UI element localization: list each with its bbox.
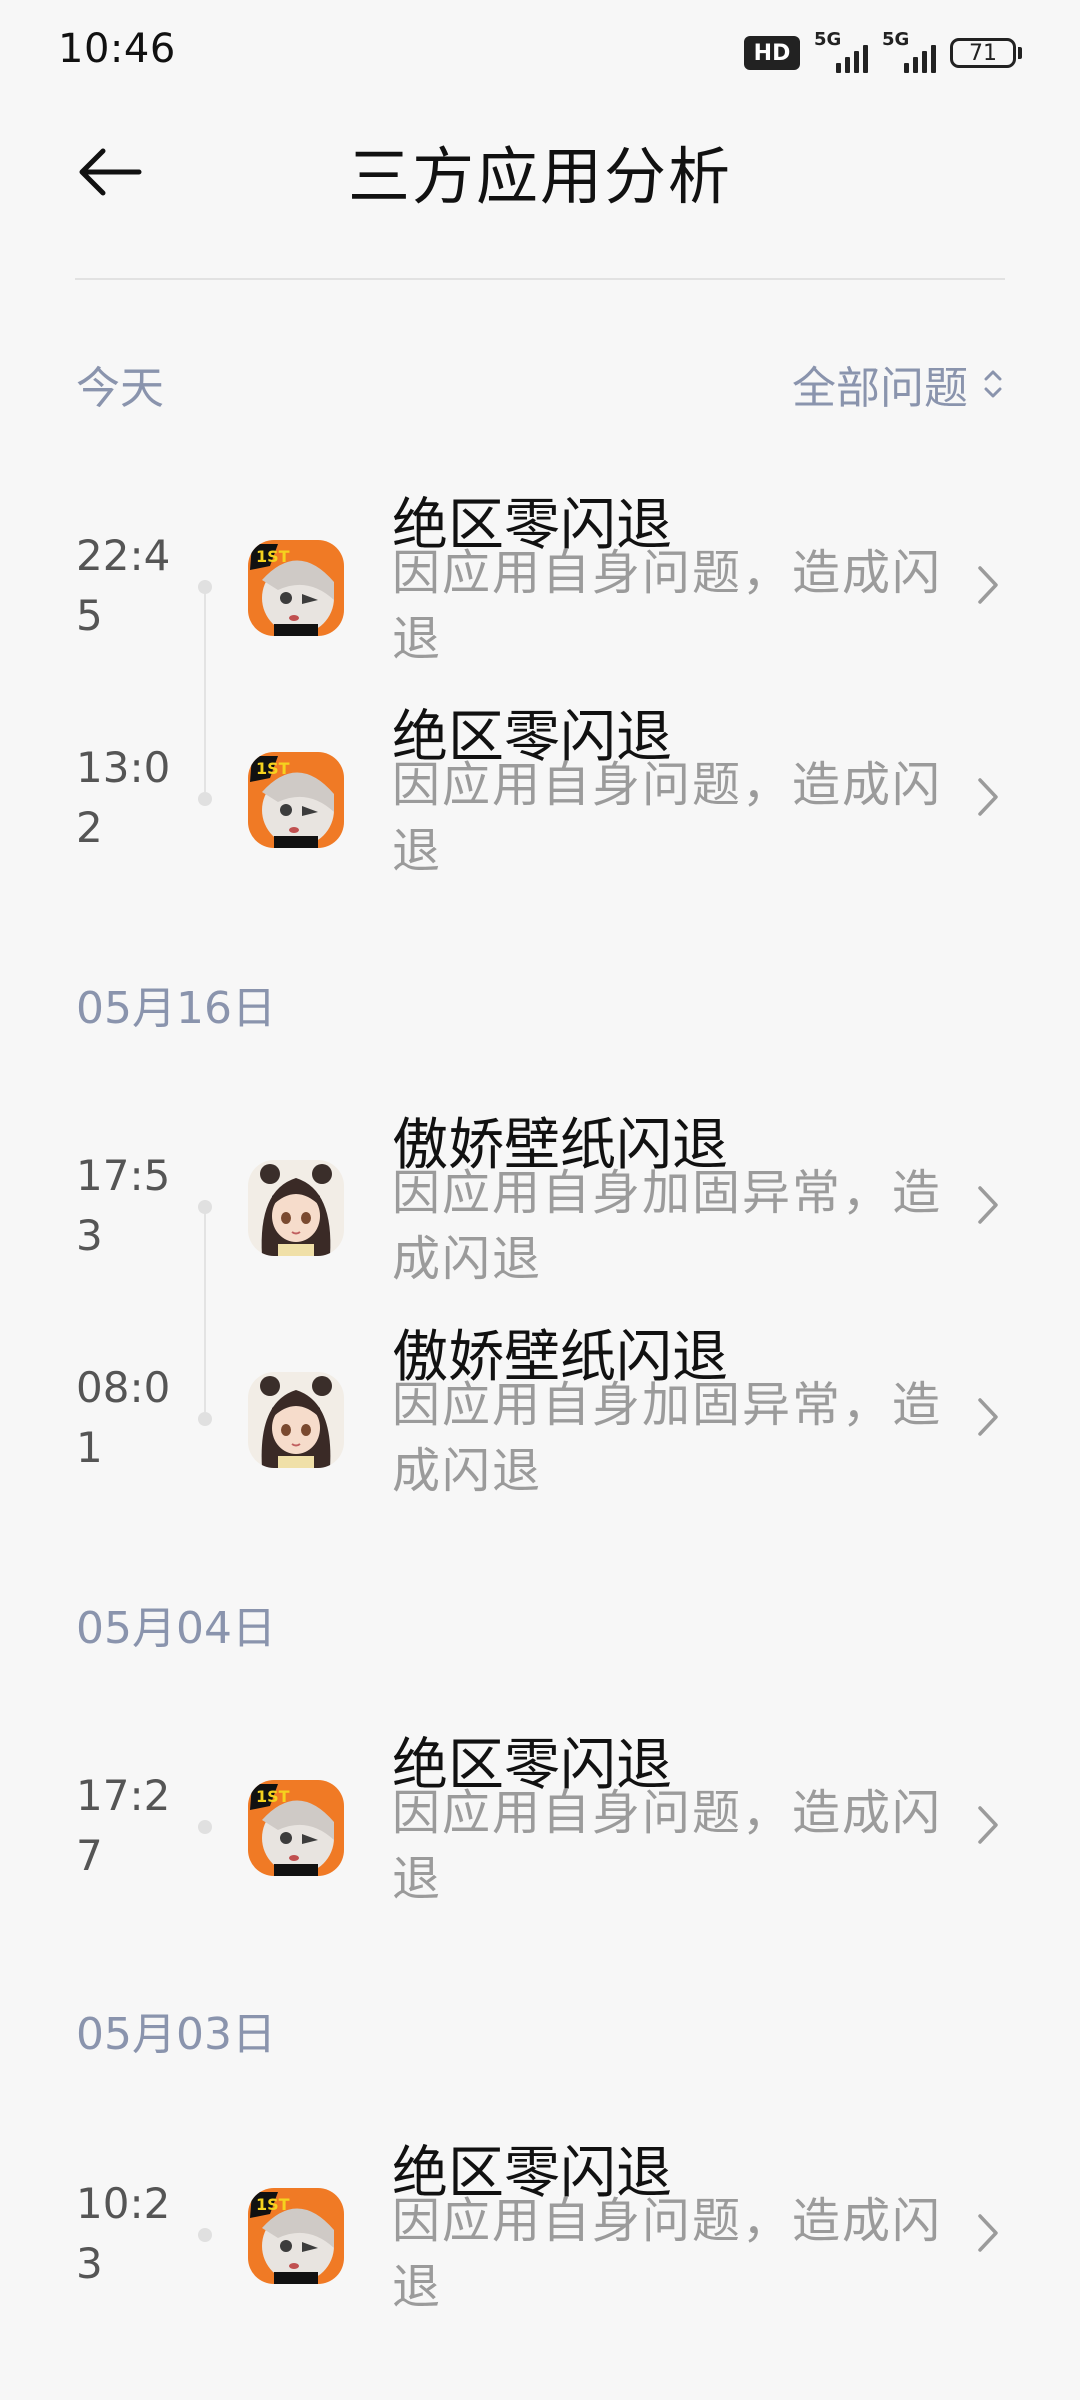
chevron-right-icon [978,1186,998,1224]
item-description: 因应用自身加固异常，造成闪退 [392,1377,943,1499]
section-title-date: 05月16日 [76,983,276,1034]
item-description: 因应用自身问题，造成闪退 [392,2193,943,2315]
timeline-dot [198,580,212,594]
item-description: 因应用自身问题，造成闪退 [392,1785,943,1907]
timeline-dot [198,1412,212,1426]
section-title-today: 今天 [76,363,164,414]
svg-text:1ST: 1ST [256,2195,290,2214]
status-icons: HD 5G 5G 71 [744,29,1022,76]
battery-icon: 71 [950,38,1022,68]
zzz-app-icon: 1ST [248,1780,344,1876]
hd-voice-icon: HD [744,36,800,70]
item-description: 因应用自身问题，造成闪退 [392,757,943,879]
wallpaper-app-icon [248,1160,344,1256]
list-item[interactable]: 10:23 1ST 绝区零闪退 因应用自身问题，造成闪退 [0,2138,1080,2338]
zzz-app-icon: 1ST [248,2188,344,2284]
timeline-dot [198,1820,212,1834]
chevron-right-icon [978,1806,998,1844]
status-bar: 10:46 HD 5G 5G 71 [0,0,1080,110]
header-divider [75,278,1005,280]
network-type-sim2: 5G [882,29,910,50]
status-time: 10:46 [58,26,176,72]
svg-text:1ST: 1ST [256,1787,290,1806]
timeline-dot [198,1200,212,1214]
wallpaper-app-icon [248,1372,344,1468]
item-time: 08:01 [76,1363,171,1472]
page-title: 三方应用分析 [347,140,732,213]
item-time: 10:23 [76,2179,171,2288]
signal-sim1-icon: 5G [814,29,868,73]
chevron-right-icon [978,2214,998,2252]
section-title-date: 05月04日 [76,1603,276,1654]
zzz-app-icon: 1ST [248,752,344,848]
item-description: 因应用自身问题，造成闪退 [392,545,943,667]
battery-level: 71 [950,38,1016,68]
list-item[interactable]: 22:45 1ST 绝区零闪退 因应用自身问题，造成闪退 [0,490,1080,690]
item-time: 13:02 [76,743,171,852]
list-item[interactable]: 17:27 1ST 绝区零闪退 因应用自身问题，造成闪退 [0,1730,1080,1930]
zzz-app-icon: 1ST [248,540,344,636]
chevron-right-icon [978,1398,998,1436]
filter-dropdown[interactable]: 全部问题 [792,352,1004,416]
filter-label: 全部问题 [792,363,968,414]
chevron-right-icon [978,566,998,604]
item-description: 因应用自身加固异常，造成闪退 [392,1165,943,1287]
list-item[interactable]: 17:53 傲娇壁纸闪退 因应用自身加固异常，造成闪退 [0,1110,1080,1310]
svg-text:1ST: 1ST [256,547,290,566]
item-time: 22:45 [76,531,171,640]
svg-text:1ST: 1ST [256,759,290,778]
item-time: 17:53 [76,1151,171,1260]
item-time: 17:27 [76,1771,171,1880]
section-title-date: 05月03日 [76,2009,276,2060]
list-item[interactable]: 13:02 1ST 绝区零闪退 因应用自身问题，造成闪退 [0,702,1080,902]
list-item[interactable]: 08:01 傲娇壁纸闪退 因应用自身加固异常，造成闪退 [0,1322,1080,1522]
network-type-sim1: 5G [814,29,842,50]
chevron-right-icon [978,778,998,816]
timeline-dot [198,792,212,806]
sort-updown-icon [984,370,1002,398]
timeline-dot [198,2228,212,2242]
signal-sim2-icon: 5G [882,29,936,73]
